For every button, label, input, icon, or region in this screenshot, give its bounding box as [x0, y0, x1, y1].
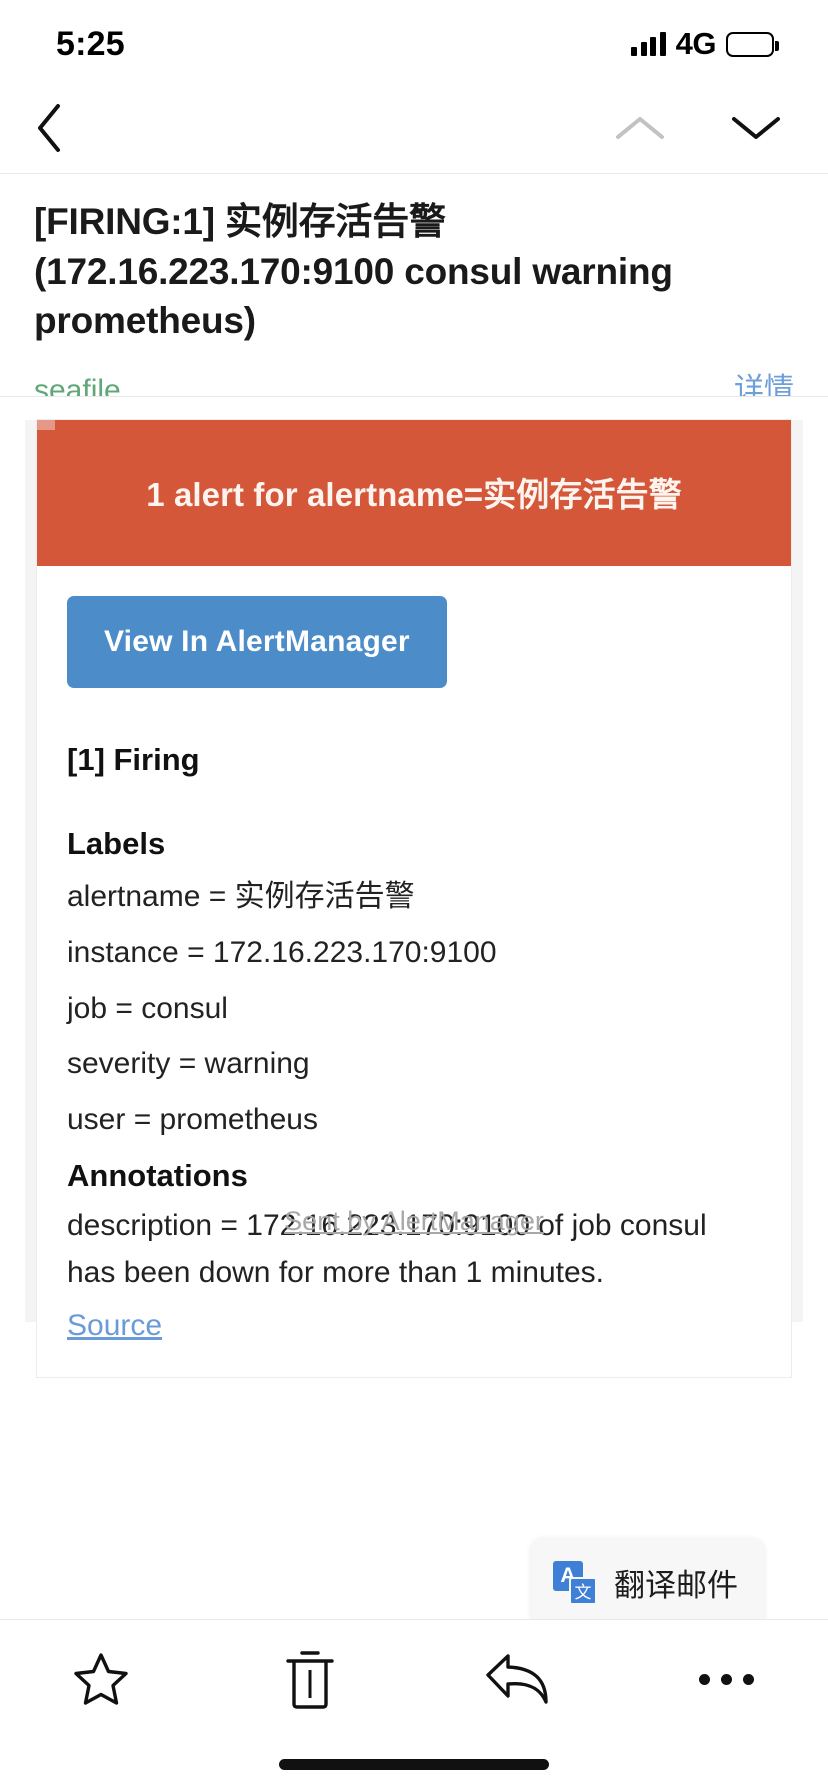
nav-right-group: [614, 113, 782, 148]
translate-icon: A 文: [553, 1560, 597, 1605]
navigation-bar: [0, 88, 828, 174]
view-in-alertmanager-button[interactable]: View In AlertManager: [67, 596, 447, 688]
source-link[interactable]: Source: [67, 1309, 162, 1343]
toolbar-actions: [0, 1620, 828, 1738]
translate-icon-glyph: 文: [569, 1576, 597, 1605]
previous-message-button[interactable]: [614, 113, 666, 148]
sent-by-footer[interactable]: Sent by AlertManager: [25, 1206, 803, 1237]
label-row: instance = 172.16.223.170:9100: [67, 935, 497, 969]
more-dots-icon: [699, 1673, 755, 1685]
status-indicators: 4G: [631, 26, 779, 62]
labels-heading: Labels: [67, 826, 166, 861]
mail-canvas: 1 alert for alertname=实例存活告警 View In Ale…: [25, 419, 803, 1378]
alert-body: View In AlertManager [1] Firing Labels a…: [37, 566, 791, 1377]
reply-button[interactable]: [479, 1640, 557, 1718]
label-row: alertname = 实例存活告警: [67, 880, 415, 913]
firing-title: [1] Firing: [67, 742, 200, 777]
email-detail-screen: 5:25 4G [FIRING:1] 实例存活告警 (172.16.223.17…: [0, 0, 828, 1792]
signal-bars-icon: [631, 32, 666, 56]
alert-banner: 1 alert for alertname=实例存活告警: [37, 420, 791, 566]
home-indicator: [279, 1759, 549, 1770]
back-button[interactable]: [34, 102, 64, 159]
trash-icon: [285, 1651, 334, 1709]
status-bar: 5:25 4G: [0, 0, 828, 88]
bottom-toolbar: [0, 1619, 828, 1792]
email-subject: [FIRING:1] 实例存活告警 (172.16.223.170:9100 c…: [34, 201, 673, 342]
email-header: [FIRING:1] 实例存活告警 (172.16.223.170:9100 c…: [0, 175, 828, 426]
email-body: 1 alert for alertname=实例存活告警 View In Ale…: [0, 397, 828, 1617]
translate-email-button[interactable]: A 文 翻译邮件: [531, 1538, 764, 1627]
more-options-button[interactable]: [688, 1640, 766, 1718]
annotations-heading: Annotations: [67, 1157, 248, 1193]
translate-label: 翻译邮件: [614, 1568, 738, 1603]
status-time: 5:25: [56, 24, 125, 63]
star-icon: [74, 1653, 128, 1705]
label-row: severity = warning: [67, 1047, 310, 1081]
label-row: user = prometheus: [67, 1103, 318, 1137]
network-type-label: 4G: [675, 26, 717, 61]
next-message-button[interactable]: [730, 113, 782, 148]
favorite-button[interactable]: [62, 1640, 140, 1718]
delete-button[interactable]: [271, 1640, 349, 1718]
label-row: job = consul: [67, 991, 228, 1025]
battery-icon: [726, 31, 779, 57]
reply-arrow-icon: [486, 1654, 549, 1704]
